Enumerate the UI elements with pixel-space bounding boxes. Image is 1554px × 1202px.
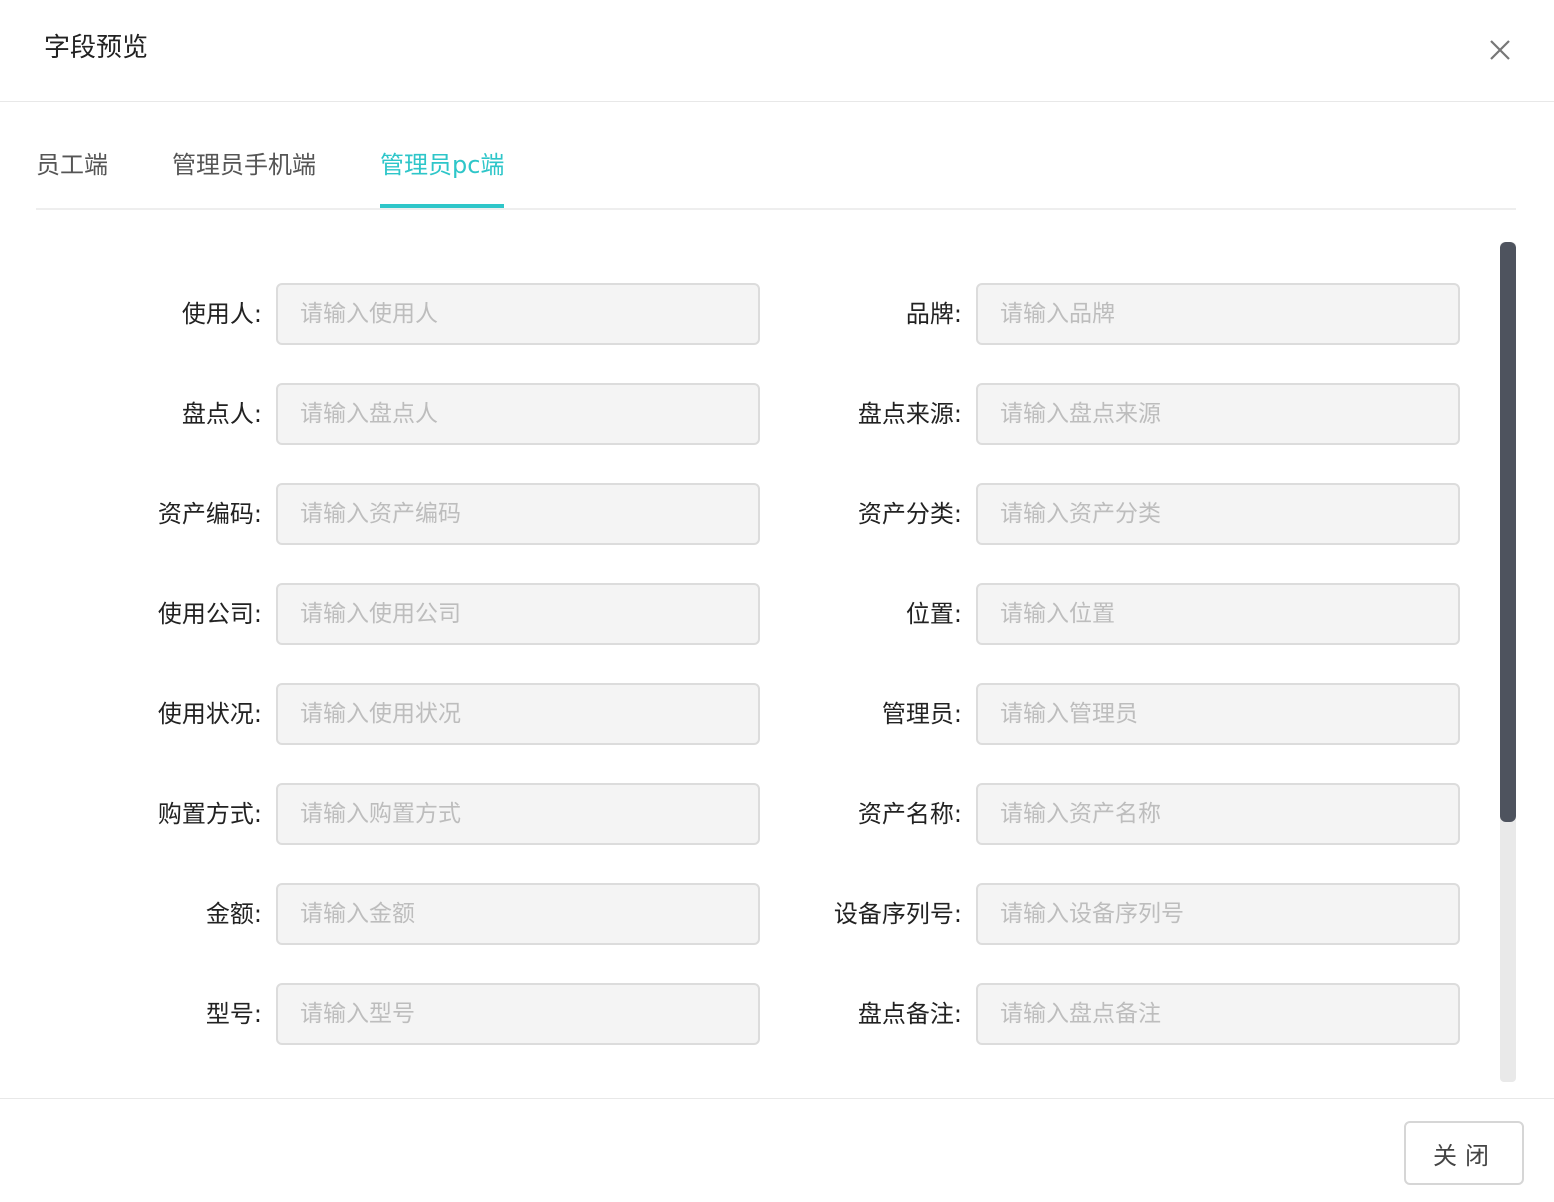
field-label-amount: 金额: — [205, 900, 262, 928]
field-label-user: 使用人: — [181, 300, 262, 328]
dialog-footer: 关闭 — [0, 1098, 1554, 1202]
usage-status-input[interactable] — [276, 683, 760, 745]
field-label-usage-status: 使用状况: — [157, 700, 262, 728]
field-label-admin: 管理员: — [881, 700, 962, 728]
asset-code-input[interactable] — [276, 483, 760, 545]
field-label-asset-category: 资产分类: — [857, 500, 962, 528]
amount-input[interactable] — [276, 883, 760, 945]
purchase-method-input[interactable] — [276, 783, 760, 845]
form-row: 资产编码: 资产分类: — [0, 483, 1490, 545]
inventory-person-input[interactable] — [276, 383, 760, 445]
field-label-location: 位置: — [905, 600, 962, 628]
close-button[interactable]: 关闭 — [1404, 1121, 1524, 1185]
field-label-inventory-person: 盘点人: — [181, 400, 262, 428]
form-row: 金额: 设备序列号: — [0, 883, 1490, 945]
user-input[interactable] — [276, 283, 760, 345]
asset-name-input[interactable] — [976, 783, 1460, 845]
field-preview-form: 使用人: 品牌: 盘点人: 盘点来源: 资产编码: 资产分类: 使用公司: 位置… — [0, 240, 1490, 1080]
inventory-note-input[interactable] — [976, 983, 1460, 1045]
tab-bar: 员工端 管理员手机端 管理员pc端 — [36, 120, 1516, 210]
field-label-brand: 品牌: — [905, 300, 962, 328]
field-label-inventory-note: 盘点备注: — [857, 1000, 962, 1028]
dialog-title: 字段预览 — [44, 33, 149, 63]
model-input[interactable] — [276, 983, 760, 1045]
close-icon[interactable] — [1482, 32, 1518, 68]
form-row: 使用公司: 位置: — [0, 583, 1490, 645]
tab-admin-mobile[interactable]: 管理员手机端 — [172, 148, 316, 182]
form-row: 使用人: 品牌: — [0, 283, 1490, 345]
field-label-company: 使用公司: — [157, 600, 262, 628]
serial-number-input[interactable] — [976, 883, 1460, 945]
vertical-scrollbar[interactable] — [1500, 242, 1516, 1082]
active-tab-indicator — [380, 204, 504, 208]
location-input[interactable] — [976, 583, 1460, 645]
asset-category-input[interactable] — [976, 483, 1460, 545]
brand-input[interactable] — [976, 283, 1460, 345]
form-row: 使用状况: 管理员: — [0, 683, 1490, 745]
tab-employee[interactable]: 员工端 — [36, 148, 108, 182]
dialog-header: 字段预览 — [0, 0, 1554, 102]
field-label-purchase-method: 购置方式: — [157, 800, 262, 828]
form-row: 型号: 盘点备注: — [0, 983, 1490, 1045]
form-row: 盘点人: 盘点来源: — [0, 383, 1490, 445]
field-label-asset-code: 资产编码: — [157, 500, 262, 528]
field-label-inventory-source: 盘点来源: — [857, 400, 962, 428]
inventory-source-input[interactable] — [976, 383, 1460, 445]
company-input[interactable] — [276, 583, 760, 645]
scrollbar-thumb[interactable] — [1500, 242, 1516, 822]
admin-input[interactable] — [976, 683, 1460, 745]
form-row: 购置方式: 资产名称: — [0, 783, 1490, 845]
field-label-model: 型号: — [205, 1000, 262, 1028]
tab-admin-pc[interactable]: 管理员pc端 — [380, 148, 504, 182]
field-label-asset-name: 资产名称: — [857, 800, 962, 828]
field-label-serial-number: 设备序列号: — [833, 900, 962, 928]
